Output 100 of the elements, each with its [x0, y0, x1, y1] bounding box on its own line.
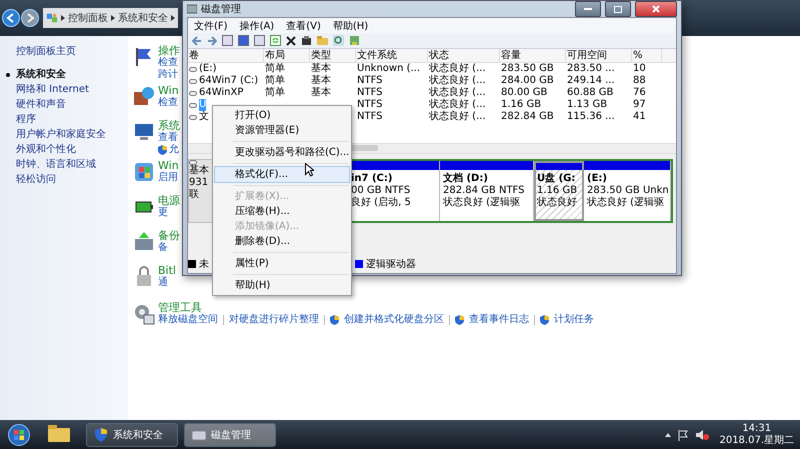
back-button[interactable] [2, 9, 20, 27]
menu-item[interactable]: 打开(O) [215, 108, 349, 123]
category-link[interactable]: 操作 [158, 44, 180, 57]
control-panel-icon [46, 12, 58, 24]
forward-button[interactable] [21, 9, 39, 27]
task-link[interactable]: 查看事件日志 [469, 314, 529, 326]
partition-name: 文档 (D:) [443, 173, 489, 185]
task-link[interactable]: 通 [158, 277, 168, 289]
sidebar-item[interactable]: 网络和 Internet [16, 84, 89, 96]
menu-item[interactable]: 属性(P) [215, 256, 349, 271]
category-link[interactable]: Bitl [158, 264, 176, 277]
back-arrow-icon[interactable] [192, 36, 202, 46]
magnifier-icon[interactable] [333, 35, 344, 46]
window-title: 磁盘管理 [201, 3, 241, 16]
table-cell: 基本 [311, 87, 331, 99]
table-cell-text: 状态良好 (... [429, 87, 486, 98]
menu-item[interactable]: 压缩卷(H)... [215, 204, 349, 219]
partition-size: 00 GB NTFS [351, 185, 412, 196]
table-cell: 97 [633, 99, 646, 111]
task-link[interactable]: 检查 [158, 97, 178, 109]
category-link[interactable]: 系统 [158, 119, 180, 132]
minimize-button[interactable] [575, 1, 601, 17]
sidebar-item[interactable]: 用户帐户和家庭安全 [16, 129, 106, 141]
column-header[interactable]: 可用空间 [566, 49, 632, 62]
sidebar-item[interactable]: 轻松访问 [16, 174, 56, 186]
category-link[interactable]: Win [158, 84, 179, 97]
menu-item[interactable]: 删除卷(D)... [215, 234, 349, 249]
task-link[interactable]: 允 [169, 144, 179, 156]
partition-name: in7 (C:) [351, 173, 394, 185]
task-link[interactable]: 释放磁盘空间 [158, 314, 218, 326]
clock-date[interactable]: 2018.07.星期二 [719, 434, 794, 446]
clock-time[interactable]: 14:31 [742, 422, 772, 434]
task-link[interactable]: 检查 [158, 57, 178, 69]
menu-item[interactable]: 更改驱动器号和路径(C)... [215, 145, 349, 160]
start-button[interactable] [6, 422, 32, 448]
sidebar-item[interactable]: 系统和安全 [16, 69, 66, 81]
category-link[interactable]: 备份 [158, 229, 180, 242]
toolbar-icon[interactable] [254, 35, 265, 46]
column-header[interactable]: 卷 [188, 49, 264, 62]
address-field[interactable]: 控制面板 系统和安全 [43, 8, 178, 28]
partition[interactable]: 文档 (D:) 282.84 GB NTFS 状态良好 (逻辑驱 [440, 161, 534, 221]
forward-arrow-icon[interactable] [207, 36, 217, 46]
column-header[interactable]: 文件系统 [356, 49, 428, 62]
breadcrumb[interactable]: 控制面板 [68, 11, 108, 25]
category-link[interactable]: Win [158, 159, 179, 172]
column-header[interactable]: 布局 [264, 49, 310, 62]
task-link[interactable]: 创建并格式化硬盘分区 [344, 314, 444, 326]
partition-size: 1.16 GB [537, 185, 578, 196]
sidebar-item[interactable]: 硬件和声音 [16, 99, 66, 111]
column-header[interactable]: 状态 [428, 49, 500, 62]
delete-icon[interactable] [286, 36, 296, 46]
backup-icon [133, 231, 155, 253]
sidebar-item[interactable]: 外观和个性化 [16, 144, 76, 156]
speaker-icon[interactable] [695, 428, 710, 440]
properties-icon[interactable] [301, 35, 312, 46]
flag-icon[interactable] [677, 428, 690, 440]
menu-item[interactable]: 帮助(H) [332, 18, 368, 32]
show-hidden-icons-button[interactable] [665, 432, 672, 436]
disk-drive-icon [191, 428, 207, 442]
task-link[interactable]: 备 [158, 242, 168, 254]
category-link[interactable]: 管理工具 [158, 301, 202, 314]
column-header[interactable]: % [632, 49, 662, 62]
task-link[interactable]: 启用 [158, 172, 178, 184]
task-link[interactable]: 对硬盘进行碎片整理 [229, 314, 319, 326]
task-link[interactable]: 计划任务 [554, 314, 594, 326]
table-cell-text: 状态良好 (... [429, 63, 486, 74]
sidebar-item[interactable]: 时钟、语言和区域 [16, 159, 96, 171]
task-link[interactable]: 更 [158, 207, 168, 219]
menu-item[interactable]: 文件(F) [194, 18, 228, 32]
menu-item[interactable]: 资源管理器(E) [215, 123, 349, 138]
task-link[interactable]: 跨计 [158, 69, 178, 81]
partition[interactable]: U盘 (G: 1.16 GB 状态良好 [534, 161, 584, 221]
partition-name: U盘 (G: [537, 173, 576, 185]
taskbar-button[interactable]: 系统和安全 [86, 422, 178, 446]
partition[interactable]: (E:) 283.50 GB Unkn 状态良好 (逻辑驱 [584, 161, 671, 221]
menu-item[interactable]: 查看(V) [286, 18, 321, 32]
taskbar-button[interactable]: 磁盘管理 [184, 422, 276, 446]
category-link[interactable]: 电源 [158, 194, 180, 207]
table-cell: NTFS [357, 99, 383, 111]
chevron-icon [171, 15, 175, 21]
windows-logo-icon [8, 424, 30, 446]
volume-name[interactable]: 64Win7 (C:) [199, 75, 258, 87]
menu-item[interactable]: 操作(A) [240, 18, 274, 32]
column-header[interactable]: 容量 [500, 49, 566, 62]
close-icon [652, 5, 660, 13]
volume-name[interactable]: 64WinXP [199, 87, 244, 99]
column-header[interactable]: 类型 [310, 49, 356, 62]
menu-item[interactable]: 格式化(F)... [215, 167, 349, 182]
close-button[interactable] [635, 1, 677, 17]
refresh-icon[interactable] [270, 35, 281, 46]
task-link[interactable]: 查看 [158, 132, 178, 144]
sidebar-link[interactable]: 控制面板主页 [16, 44, 76, 58]
volume-name[interactable]: 文 [199, 111, 209, 123]
menu-item[interactable]: 帮助(H) [215, 278, 349, 293]
sidebar-item[interactable]: 程序 [16, 114, 36, 126]
maximize-button[interactable] [605, 1, 631, 17]
partition-status: 状态良好 [537, 197, 578, 209]
volume-name[interactable]: (E:) [199, 63, 216, 75]
toolbar-icon[interactable] [222, 35, 233, 46]
breadcrumb[interactable]: 系统和安全 [118, 11, 168, 25]
